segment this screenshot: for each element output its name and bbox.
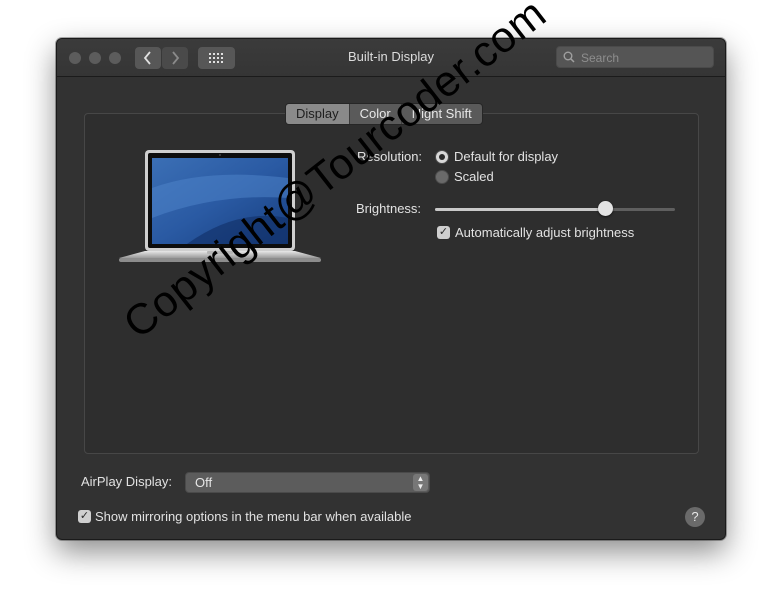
scaled-label[interactable]: Scaled xyxy=(454,169,494,184)
brightness-label: Brightness: xyxy=(356,201,422,216)
tab-night-shift[interactable]: Night Shift xyxy=(402,104,482,124)
preferences-window: Built-in Display Display Color Night Shi… xyxy=(56,38,726,540)
airplay-display-value: Off xyxy=(195,475,213,490)
auto-brightness-label[interactable]: Automatically adjust brightness xyxy=(455,225,634,240)
help-button[interactable]: ? xyxy=(685,507,705,527)
radio-default-for-display[interactable] xyxy=(435,150,449,164)
title-bar: Built-in Display xyxy=(57,39,725,77)
default-for-display-label[interactable]: Default for display xyxy=(454,149,558,164)
brightness-slider-fill xyxy=(435,208,606,211)
auto-brightness-checkbox[interactable]: ✓ xyxy=(437,226,450,239)
search-icon xyxy=(563,51,575,63)
tab-display[interactable]: Display xyxy=(286,104,350,124)
updown-chevron-icon: ▲ ▼ xyxy=(413,474,428,491)
mirroring-label[interactable]: Show mirroring options in the menu bar w… xyxy=(95,509,412,524)
tab-color[interactable]: Color xyxy=(350,104,402,124)
airplay-display-label: AirPlay Display: xyxy=(81,474,173,489)
search-input[interactable] xyxy=(579,49,711,67)
resolution-label: Resolution: xyxy=(357,149,423,164)
mirroring-checkbox[interactable]: ✓ xyxy=(78,510,91,523)
search-field[interactable] xyxy=(556,46,714,68)
tab-bar: Display Color Night Shift xyxy=(285,103,483,125)
airplay-display-select[interactable]: Off ▲ ▼ xyxy=(185,472,430,493)
brightness-slider[interactable] xyxy=(435,208,675,211)
macbook-illustration xyxy=(119,150,321,262)
radio-scaled[interactable] xyxy=(435,170,449,184)
